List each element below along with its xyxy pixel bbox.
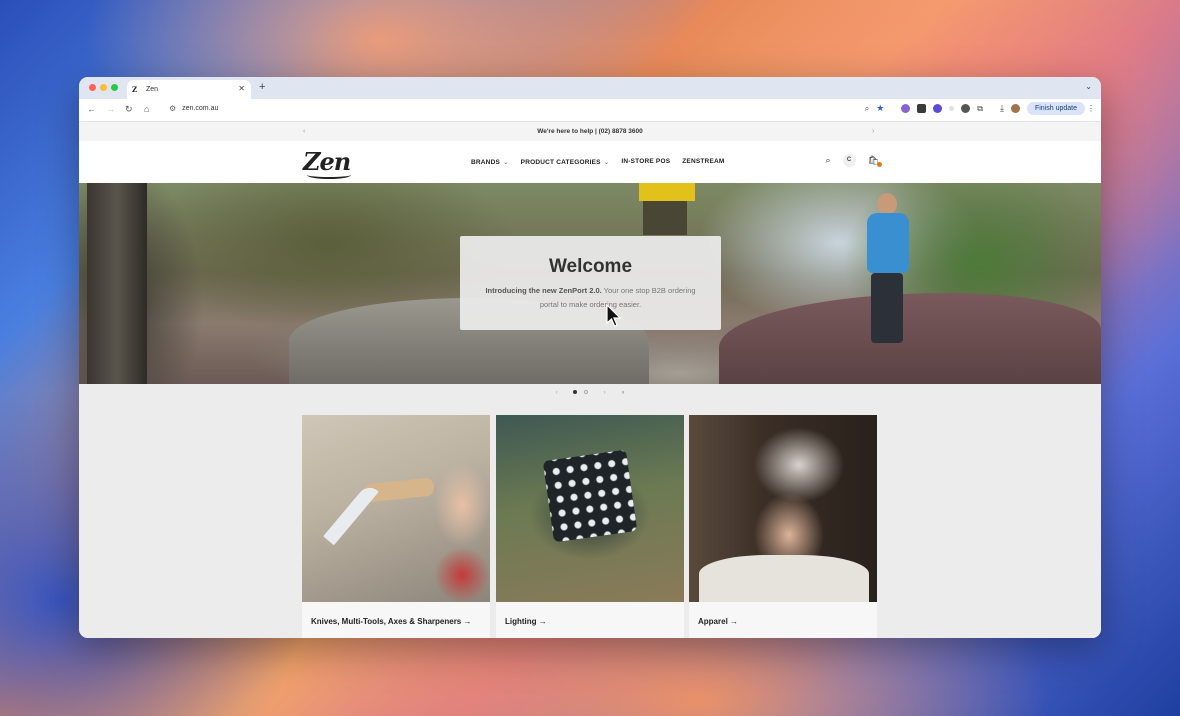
category-label[interactable]: Apparel → xyxy=(689,602,877,627)
minimize-window-button[interactable] xyxy=(100,84,107,91)
home-icon[interactable]: ⌂ xyxy=(144,104,149,114)
knife-image xyxy=(302,415,490,602)
hero-banner[interactable]: Welcome Introducing the new ZenPort 2.0.… xyxy=(79,183,1101,384)
bookmark-star-icon[interactable]: ★ xyxy=(876,103,884,114)
browser-window: Z Zen ✕ + ⌄ ← → ↻ ⌂ ⚙ zen.com.au ⌕ ★ ⧉ ⤓… xyxy=(79,77,1101,638)
welcome-panel: Welcome Introducing the new ZenPort 2.0.… xyxy=(460,236,721,330)
slider-prev-icon[interactable]: ‹ xyxy=(556,390,558,396)
welcome-title: Welcome xyxy=(548,256,633,277)
cart-icon[interactable]: 🛍 xyxy=(868,155,882,167)
hero-hiker-yellow xyxy=(639,183,695,235)
tab-strip: Z Zen ✕ + ⌄ xyxy=(79,77,1101,99)
extension-icon-1[interactable] xyxy=(901,104,911,113)
lighting-image xyxy=(496,415,684,602)
announcement-bar: ‹ We're here to help | (02) 8878 3600 › xyxy=(79,122,1101,141)
slider-dot-2[interactable] xyxy=(583,390,588,395)
category-label[interactable]: Lighting → xyxy=(496,602,684,627)
forward-arrow-icon[interactable]: → xyxy=(106,104,115,114)
extension-icon-4[interactable] xyxy=(949,106,955,111)
address-bar[interactable]: ⚙ zen.com.au xyxy=(169,104,218,113)
welcome-text: Introducing the new ZenPort 2.0. Your on… xyxy=(485,286,696,309)
close-tab-icon[interactable]: ✕ xyxy=(238,84,245,93)
announcement-next-icon[interactable]: › xyxy=(872,122,874,141)
profile-avatar[interactable] xyxy=(1010,104,1020,113)
zen-favicon-icon: Z xyxy=(132,85,138,94)
toolbar-actions: ⌕ ★ ⧉ ⤓ Finish update ⋮ xyxy=(865,102,1095,115)
tab-title: Zen xyxy=(146,86,159,93)
hero-hiker-blue xyxy=(859,193,919,343)
browser-toolbar: ← → ↻ ⌂ ⚙ zen.com.au ⌕ ★ ⧉ ⤓ Finish upda… xyxy=(79,99,1101,122)
cart-badge xyxy=(877,162,882,167)
announcement-text: We're here to help | (02) 8878 3600 xyxy=(537,128,643,135)
back-arrow-icon[interactable]: ← xyxy=(87,104,96,114)
category-card-apparel[interactable]: Apparel → xyxy=(689,415,877,638)
chevron-down-icon: ⌄ xyxy=(603,159,610,166)
category-card-knives[interactable]: Knives, Multi-Tools, Axes & Sharpeners → xyxy=(302,415,490,638)
apparel-image xyxy=(689,415,877,602)
site-settings-icon[interactable]: ⚙ xyxy=(169,104,176,113)
hero-tree-trunk xyxy=(87,183,147,384)
extensions-puzzle-icon[interactable]: ⧉ xyxy=(977,104,983,114)
account-icon[interactable]: C xyxy=(842,154,856,167)
extension-icon-5[interactable] xyxy=(961,104,971,113)
mouse-cursor-icon xyxy=(606,304,622,327)
download-icon[interactable]: ⤓ xyxy=(1000,103,1004,114)
site-header: Zen BRANDS ⌄ PRODUCT CATEGORIES ⌄ IN-STORE… xyxy=(79,141,1101,184)
slider-pause-icon[interactable]: ⏸ xyxy=(621,390,624,397)
extension-icon-2[interactable] xyxy=(917,104,927,113)
tab-search-chevron-icon[interactable]: ⌄ xyxy=(1085,82,1092,91)
slider-controls: ‹ › ⏸ xyxy=(79,390,1101,397)
nav-zenstream[interactable]: ZENSTREAM xyxy=(682,158,724,166)
chevron-down-icon: ⌄ xyxy=(503,159,509,166)
nav-product-categories[interactable]: PRODUCT CATEGORIES ⌄ xyxy=(521,158,610,166)
logo-swoosh xyxy=(307,171,351,179)
nav-in-store-pos[interactable]: IN-STORE POS xyxy=(621,158,670,166)
browser-menu-icon[interactable]: ⋮ xyxy=(1087,104,1095,113)
category-card-lighting[interactable]: Lighting → xyxy=(496,415,684,638)
browser-tab[interactable]: Z Zen ✕ xyxy=(127,80,251,99)
close-window-button[interactable] xyxy=(89,84,96,91)
header-icons: ⌕ C 🛍 xyxy=(826,154,882,167)
nav-brands[interactable]: BRANDS ⌄ xyxy=(471,158,509,166)
zoom-search-icon[interactable]: ⌕ xyxy=(865,104,869,114)
slider-dot-1[interactable] xyxy=(573,390,578,395)
category-label[interactable]: Knives, Multi-Tools, Axes & Sharpeners → xyxy=(302,602,490,627)
extension-icon-3[interactable] xyxy=(933,104,943,113)
new-tab-icon[interactable]: + xyxy=(259,81,265,93)
search-icon[interactable]: ⌕ xyxy=(826,155,831,166)
main-nav: BRANDS ⌄ PRODUCT CATEGORIES ⌄ IN-STORE POS… xyxy=(471,158,725,166)
reload-icon[interactable]: ↻ xyxy=(125,104,133,115)
maximize-window-button[interactable] xyxy=(111,84,118,91)
url-text: zen.com.au xyxy=(182,105,219,112)
slider-next-icon[interactable]: › xyxy=(604,390,606,396)
finish-update-button[interactable]: Finish update xyxy=(1026,102,1085,115)
announcement-prev-icon[interactable]: ‹ xyxy=(303,122,305,141)
